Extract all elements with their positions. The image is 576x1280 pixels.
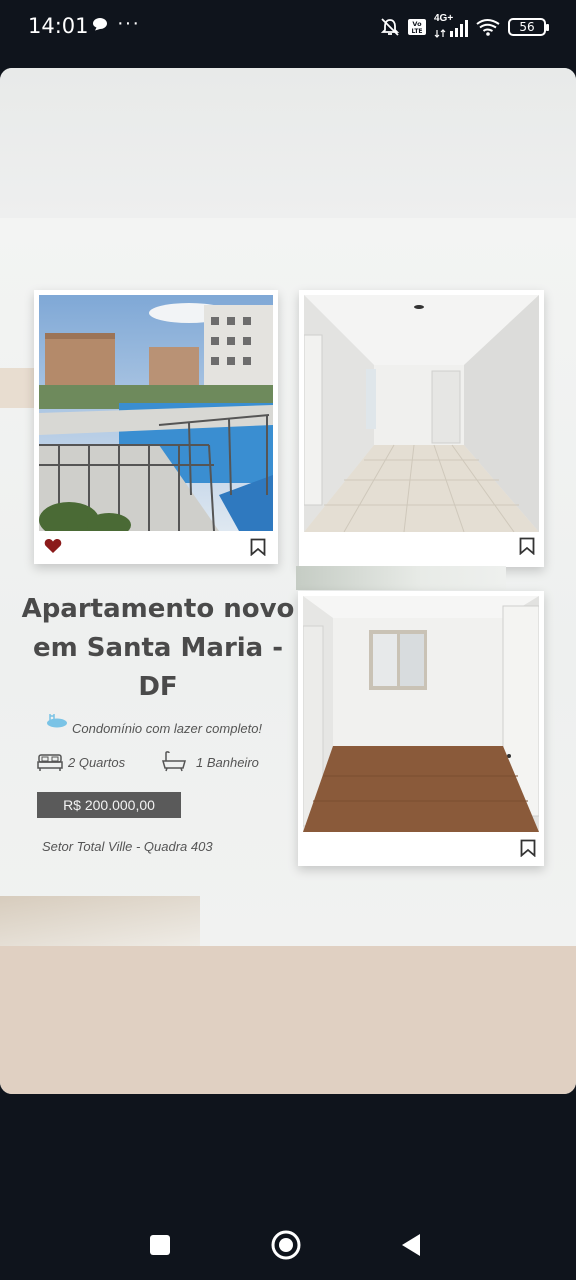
wifi-icon [476,19,500,36]
svg-text:LTE: LTE [411,28,422,35]
photo-frame-pool[interactable] [34,290,278,564]
signal-icon: 4G+ [434,13,468,38]
post-card[interactable]: Apartamento novo em Santa Maria - DF Con… [0,68,576,1094]
back-button[interactable] [400,1233,422,1257]
bed-icon [37,754,63,771]
bathtub-icon [162,751,186,772]
bedrooms-text: 2 Quartos [68,755,126,770]
pool-area-photo [39,295,273,531]
home-button[interactable] [270,1229,302,1261]
bookmark-icon[interactable] [520,839,536,857]
photo-frame-hallway[interactable] [299,290,544,567]
battery-icon: 56 [508,18,549,36]
status-time: 14:01 [28,14,89,38]
listing-title: Apartamento novo em Santa Maria - DF [21,594,295,702]
card-bottom-area [0,946,576,1094]
price-tag: R$ 200.000,00 [37,792,181,818]
bookmark-icon[interactable] [250,538,266,556]
chat-bubble-icon [93,18,107,31]
navigation-bar [0,1200,576,1280]
pool-icon [47,714,67,728]
svg-text:Vo: Vo [412,20,422,28]
background-plant [296,566,506,590]
amenity-text: Condomínio com lazer completo! [72,721,263,736]
empty-hallway-photo [304,295,539,532]
photo-frame-bedroom[interactable] [298,591,544,866]
address-text: Setor Total Ville - Quadra 403 [42,839,213,854]
more-icon: ··· [117,12,140,34]
bathrooms-text: 1 Banheiro [196,755,259,770]
volte-icon: Vo LTE [408,19,426,35]
recent-apps-button[interactable] [149,1234,171,1256]
card-top-area [0,68,576,218]
bookmark-icon[interactable] [519,537,535,555]
background-floor [0,896,200,946]
status-bar: 14:01 ··· Vo LTE 4G+ 56 [0,0,576,56]
silent-bell-icon [380,18,400,36]
status-icons: Vo LTE 4G+ 56 [380,13,549,40]
empty-bedroom-photo [303,596,539,832]
favorite-heart-icon[interactable] [44,538,62,554]
